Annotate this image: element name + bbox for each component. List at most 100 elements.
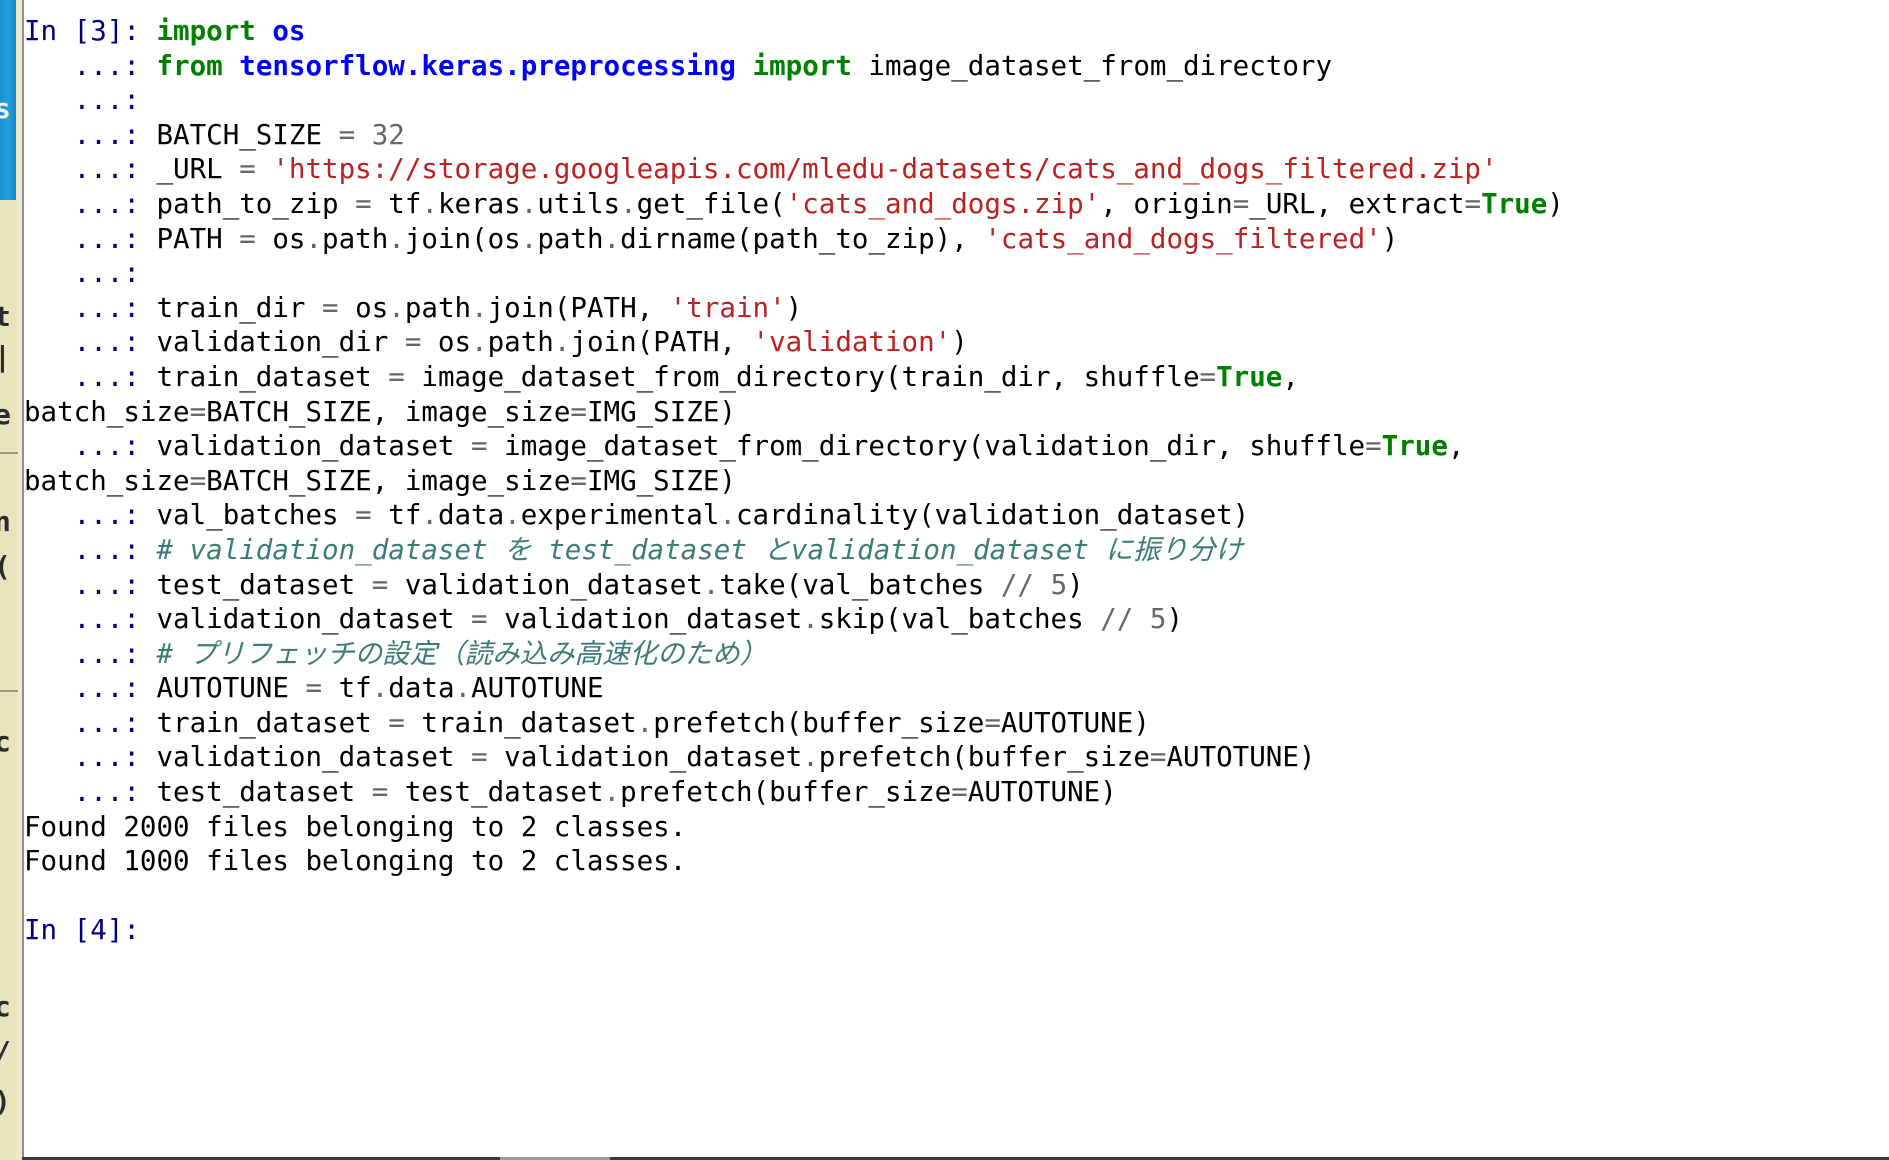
code-token: 5 (1150, 603, 1167, 635)
code-token: validation_dataset (140, 430, 471, 462)
bg-fragment: t (0, 300, 22, 334)
code-token: validation_dataset (388, 569, 703, 601)
code-token: prefetch(buffer_size (620, 776, 951, 808)
code-token: . (637, 707, 654, 739)
console-input-line: batch_size=BATCH_SIZE, image_size=IMG_SI… (24, 395, 1884, 430)
background-window-sliver: s t | e n ( c c / ) (0, 0, 22, 1160)
code-token: dirname(path_to_zip), (620, 223, 984, 255)
console-input-line: ...: validation_dir = os.path.join(PATH,… (24, 325, 1884, 360)
code-token: = (570, 465, 587, 497)
code-token: , (1282, 361, 1299, 393)
code-token: os (339, 292, 389, 324)
code-token: . (802, 603, 819, 635)
code-token: . (471, 292, 488, 324)
code-token: tf (372, 499, 422, 531)
code-token: = (984, 707, 1001, 739)
code-token: = (305, 672, 322, 704)
code-token: BATCH_SIZE (140, 119, 339, 151)
code-token: True (1216, 361, 1282, 393)
code-token: True (1382, 430, 1448, 462)
continuation-prompt: ...: (24, 119, 140, 151)
code-token: = (372, 569, 389, 601)
continuation-prompt: ...: (24, 499, 140, 531)
code-token: BATCH_SIZE, image_size (206, 465, 570, 497)
bg-fragment: ( (0, 550, 22, 584)
bg-fragment-rule (0, 452, 18, 454)
code-token: . (703, 569, 720, 601)
code-token: = (405, 326, 422, 358)
console-input-line: ...: # validation_dataset を test_dataset… (24, 533, 1884, 568)
console-input-line: In [3]: import os (24, 14, 1884, 49)
console-input-line: ...: test_dataset = test_dataset.prefetc… (24, 775, 1884, 810)
continuation-prompt: ...: (24, 188, 140, 220)
code-token: data (388, 672, 454, 704)
code-token: train_dataset (140, 361, 388, 393)
continuation-prompt: ...: (24, 153, 140, 185)
code-token: = (355, 499, 372, 531)
code-token: validation_dir (140, 326, 405, 358)
code-token: = (951, 776, 968, 808)
continuation-prompt: ...: (24, 534, 140, 566)
code-token: path (537, 223, 603, 255)
code-token: 'cats_and_dogs_filtered' (984, 223, 1381, 255)
code-token: , origin (1100, 188, 1232, 220)
continuation-prompt: ...: (24, 361, 140, 393)
code-token: get_file( (637, 188, 786, 220)
console-input-line: ...: AUTOTUNE = tf.data.AUTOTUNE (24, 671, 1884, 706)
code-token: image_dataset_from_directory (852, 50, 1332, 82)
code-token: = (388, 707, 405, 739)
console-input-line: batch_size=BATCH_SIZE, image_size=IMG_SI… (24, 464, 1884, 499)
console-input-line: ...: validation_dataset = image_dataset_… (24, 429, 1884, 464)
code-token (223, 50, 240, 82)
code-token: validation_dataset (140, 603, 471, 635)
continuation-prompt: ...: (24, 638, 140, 670)
code-token: import (156, 15, 255, 47)
code-token: batch_size (24, 465, 190, 497)
code-token: join(PATH, (570, 326, 752, 358)
code-token: , (1448, 430, 1465, 462)
console-input-line: ...: PATH = os.path.join(os.path.dirname… (24, 222, 1884, 257)
code-token: import (753, 50, 852, 82)
code-token: = (190, 465, 207, 497)
code-token: ) (1067, 569, 1084, 601)
code-token: = (1465, 188, 1482, 220)
code-token: = (471, 741, 488, 773)
code-token: join(os (405, 223, 521, 255)
console-input-line: ...: train_dataset = image_dataset_from_… (24, 360, 1884, 395)
code-token: . (421, 188, 438, 220)
console-next-prompt-line[interactable]: In [4]: (24, 913, 1884, 948)
code-token: . (719, 499, 736, 531)
code-token: // (1001, 569, 1034, 601)
console-transcript[interactable]: In [3]: import os ...: from tensorflow.k… (24, 14, 1884, 1154)
code-token: = (1233, 188, 1250, 220)
continuation-prompt: ...: (24, 776, 140, 808)
code-token: IMG_SIZE) (587, 465, 736, 497)
code-token: 'validation' (753, 326, 952, 358)
code-token: tensorflow.keras.preprocessing (239, 50, 736, 82)
code-token: . (521, 223, 538, 255)
console-input-line: ...: (24, 83, 1884, 118)
code-token (355, 119, 372, 151)
continuation-prompt: ...: (24, 292, 140, 324)
code-token: path (322, 223, 388, 255)
code-token: = (339, 119, 356, 151)
code-token: True (1481, 188, 1547, 220)
output-text: Found 2000 files belonging to 2 classes. (24, 811, 686, 843)
code-token: train_dir (140, 292, 322, 324)
code-token: test_dataset (140, 569, 372, 601)
code-token: val_batches (140, 499, 355, 531)
console-input-line: ...: # プリフェッチの設定（読み込み高速化のため） (24, 637, 1884, 672)
code-token: . (388, 223, 405, 255)
input-prompt: In [3]: (24, 15, 140, 47)
code-token: 'cats_and_dogs.zip' (786, 188, 1101, 220)
bg-fragment: ) (0, 1085, 22, 1119)
continuation-prompt: ...: (24, 603, 140, 635)
code-token: = (570, 396, 587, 428)
code-token: validation_dataset (140, 741, 471, 773)
code-token: ) (786, 292, 803, 324)
code-token: . (388, 292, 405, 324)
code-token: . (554, 326, 571, 358)
code-token: . (604, 223, 621, 255)
code-token: utils (537, 188, 620, 220)
console-input-line: ...: BATCH_SIZE = 32 (24, 118, 1884, 153)
